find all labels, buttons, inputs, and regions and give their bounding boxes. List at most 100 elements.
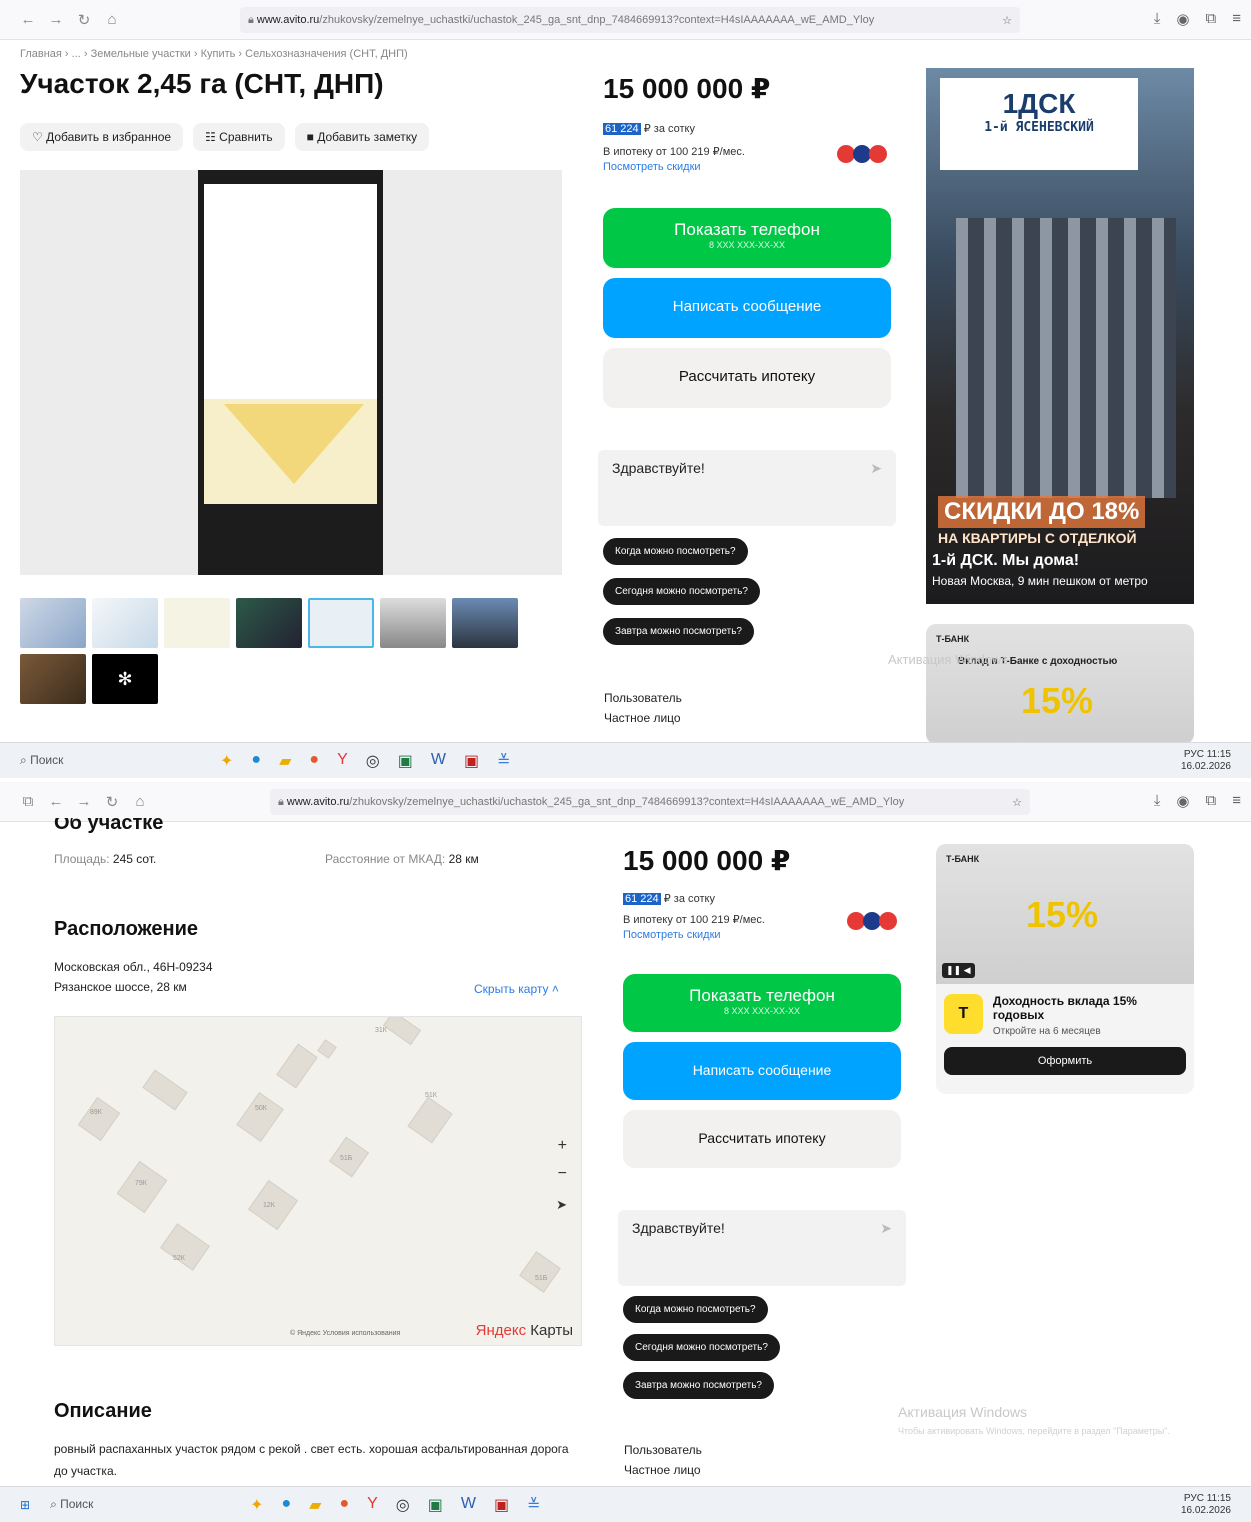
home-icon[interactable]: ⌂ — [126, 793, 154, 810]
copilot-icon[interactable]: ✦ — [250, 1495, 263, 1515]
message-input[interactable]: Здравствуйте! ➤ — [618, 1210, 906, 1286]
locate-icon[interactable]: ➤ — [556, 1197, 567, 1213]
write-message-button[interactable]: Написать сообщение — [623, 1042, 901, 1100]
quick-reply-today[interactable]: Сегодня можно посмотреть? — [603, 578, 760, 605]
forward-icon[interactable]: → — [42, 11, 70, 28]
area-label: Площадь: — [54, 852, 110, 866]
extensions-icon[interactable]: ⧉ — [1206, 792, 1217, 810]
calc-mortgage-button[interactable]: Рассчитать ипотеку — [603, 348, 891, 408]
send-icon[interactable]: ➤ — [870, 460, 882, 477]
breadcrumb[interactable]: Главная › ... › Земельные участки › Купи… — [20, 48, 408, 60]
acrobat-icon[interactable]: ▣ — [464, 751, 479, 771]
seller-type: Частное лицо — [624, 1463, 701, 1477]
word-icon[interactable]: W — [431, 751, 446, 771]
system-tray[interactable]: РУС 11:15 16.02.2026 — [1181, 749, 1231, 773]
thumbnail[interactable] — [20, 654, 86, 704]
taskbar-search[interactable]: ⌕ Поиск — [50, 1497, 210, 1512]
extensions-icon[interactable]: ⧉ — [1206, 10, 1217, 28]
message-input[interactable]: Здравствуйте! ➤ — [598, 450, 896, 526]
thumbnail[interactable] — [236, 598, 302, 648]
discounts-link[interactable]: Посмотреть скидки — [623, 928, 765, 943]
show-phone-button[interactable]: Показать телефон 8 XXX XXX-XX-XX — [603, 208, 891, 268]
house-number: 31К — [375, 1027, 387, 1034]
account-icon[interactable]: ◉ — [1176, 10, 1189, 28]
write-message-button[interactable]: Написать сообщение — [603, 278, 891, 338]
compare-button[interactable]: ☷ Сравнить — [193, 123, 285, 151]
taskbar-search[interactable]: ⌕ Поиск — [20, 753, 180, 768]
video-controls-icon[interactable]: ❚❚ ◀ — [942, 963, 975, 978]
tbank-ad[interactable]: Т-БАНК 15% ❚❚ ◀ T Доходность вклада 15% … — [936, 844, 1194, 1094]
quick-reply-tomorrow[interactable]: Завтра можно посмотреть? — [603, 618, 754, 645]
back-icon[interactable]: ← — [14, 11, 42, 28]
home-icon[interactable]: ⌂ — [98, 11, 126, 28]
dsk-banner-ad[interactable]: 1ДСК 1-й ЯСЕНЕВСКИЙ СКИДКИ ДО 18% НА КВА… — [926, 68, 1194, 604]
lang-indicator[interactable]: РУС — [1184, 1493, 1204, 1504]
main-photo[interactable] — [20, 170, 562, 575]
tbank-cta-button[interactable]: Оформить — [944, 1047, 1186, 1075]
yandex-map[interactable]: 31К 50К 51К 89К 51Б 79К 12К 52К 51Б + − … — [54, 1016, 582, 1346]
bookmark-star-icon[interactable]: ☆ — [1002, 14, 1012, 27]
quick-reply-today[interactable]: Сегодня можно посмотреть? — [623, 1334, 780, 1361]
firefox-icon[interactable]: ● — [309, 751, 319, 771]
acrobat-icon[interactable]: ▣ — [494, 1495, 509, 1515]
mkad-value: 28 км — [448, 852, 479, 866]
thumbnail[interactable] — [380, 598, 446, 648]
lang-indicator[interactable]: РУС — [1184, 749, 1204, 760]
video-thumbnail[interactable]: ✻ — [92, 654, 158, 704]
forward-icon[interactable]: → — [70, 793, 98, 810]
quick-reply-tomorrow[interactable]: Завтра можно посмотреть? — [623, 1372, 774, 1399]
excel-icon[interactable]: ▣ — [398, 751, 413, 771]
explorer-icon[interactable]: ▰ — [309, 1495, 321, 1515]
back-icon[interactable]: ← — [42, 793, 70, 810]
tab-icon[interactable]: ⧉ — [14, 793, 42, 810]
price-per-sotka: 61 224 ₽ за сотку — [623, 892, 715, 905]
zoom-out-icon[interactable]: − — [558, 1165, 567, 1183]
reload-icon[interactable]: ↻ — [70, 11, 98, 29]
browser-toolbar: ⧉ ← → ↻ ⌂ 🔒︎ www.avito.ru /zhukovsky/zem… — [0, 782, 1251, 822]
copilot-icon[interactable]: ✦ — [220, 751, 233, 771]
downloads-icon[interactable]: ⤓ — [1154, 792, 1161, 810]
excel-icon[interactable]: ▣ — [428, 1495, 443, 1515]
thumbnail[interactable] — [92, 598, 158, 648]
tbank-ad-partial[interactable]: Т-БАНК Вклад в Т-Банке с доходностью 15% — [926, 624, 1194, 744]
system-tray[interactable]: РУС 11:15 16.02.2026 — [1181, 1493, 1231, 1517]
chrome-icon[interactable]: ◎ — [366, 751, 380, 771]
calc-mortgage-button[interactable]: Рассчитать ипотеку — [623, 1110, 901, 1168]
downloads-icon[interactable]: ⤓ — [1154, 10, 1161, 28]
address-bar[interactable]: 🔒︎ www.avito.ru /zhukovsky/zemelnye_ucha… — [240, 7, 1020, 33]
quick-reply-when[interactable]: Когда можно посмотреть? — [603, 538, 748, 565]
edge-icon[interactable]: ● — [251, 751, 261, 771]
app-icon[interactable]: ≚ — [497, 751, 510, 771]
app-icon[interactable]: ≚ — [527, 1495, 540, 1515]
zoom-in-icon[interactable]: + — [558, 1137, 567, 1155]
yandex-icon[interactable]: Y — [367, 1495, 378, 1515]
word-icon[interactable]: W — [461, 1495, 476, 1515]
menu-icon[interactable]: ≡ — [1232, 792, 1241, 810]
reload-icon[interactable]: ↻ — [98, 793, 126, 811]
clock-time: 11:15 — [1206, 1492, 1231, 1504]
bookmark-star-icon[interactable]: ☆ — [1012, 796, 1022, 809]
yandex-icon[interactable]: Y — [337, 751, 348, 771]
quick-reply-when[interactable]: Когда можно посмотреть? — [623, 1296, 768, 1323]
start-icon[interactable]: ⊞ — [20, 1498, 30, 1512]
thumbnail-selected[interactable] — [308, 598, 374, 648]
discounts-link[interactable]: Посмотреть скидки — [603, 160, 745, 175]
address-bar[interactable]: 🔒︎ www.avito.ru /zhukovsky/zemelnye_ucha… — [270, 789, 1030, 815]
price: 15 000 000 ₽ — [623, 845, 791, 876]
account-icon[interactable]: ◉ — [1176, 792, 1189, 810]
add-note-button[interactable]: ■ Добавить заметку — [294, 123, 430, 151]
menu-icon[interactable]: ≡ — [1232, 10, 1241, 28]
thumbnail[interactable] — [20, 598, 86, 648]
hide-map-link[interactable]: Скрыть карту ˄ — [474, 982, 559, 996]
firefox-icon[interactable]: ● — [339, 1495, 349, 1515]
send-icon[interactable]: ➤ — [880, 1220, 892, 1237]
add-favorite-button[interactable]: ♡ Добавить в избранное — [20, 123, 184, 151]
thumbnail[interactable] — [452, 598, 518, 648]
explorer-icon[interactable]: ▰ — [279, 751, 291, 771]
map-copyright[interactable]: © Яндекс Условия использования — [290, 1330, 400, 1337]
yandex-maps-logo[interactable]: Яндекс Карты — [476, 1322, 573, 1339]
thumbnail[interactable] — [164, 598, 230, 648]
chrome-icon[interactable]: ◎ — [396, 1495, 410, 1515]
show-phone-button[interactable]: Показать телефон 8 XXX XXX-XX-XX — [623, 974, 901, 1032]
edge-icon[interactable]: ● — [281, 1495, 291, 1515]
